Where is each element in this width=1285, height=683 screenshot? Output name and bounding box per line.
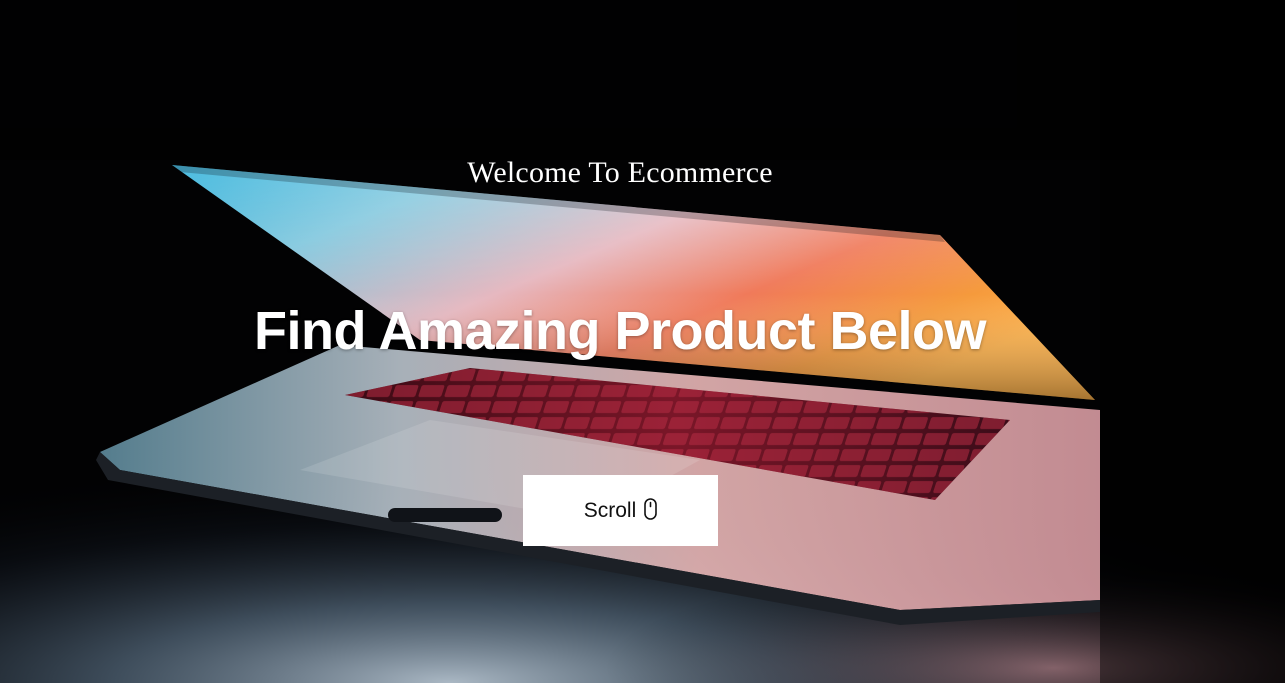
hero-banner: Welcome To Ecommerce Find Amazing Produc…: [0, 0, 1285, 683]
welcome-text: Welcome To Ecommerce: [467, 156, 773, 189]
scroll-button[interactable]: Scroll: [523, 475, 718, 546]
mouse-icon: [644, 497, 658, 520]
hero-headline: Find Amazing Product Below: [253, 301, 987, 361]
scroll-button-label: Scroll: [583, 498, 637, 522]
